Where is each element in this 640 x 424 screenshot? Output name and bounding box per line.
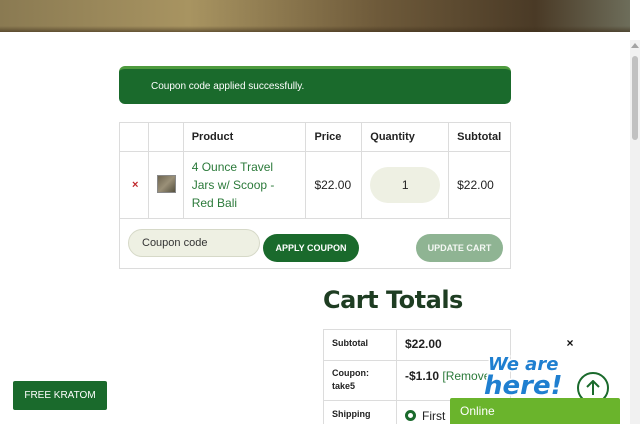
product-price: $22.00 [314,178,352,192]
product-subtotal: $22.00 [457,178,494,192]
quantity-input[interactable]: 1 [370,167,441,203]
table-row: × 4 Ounce Travel Jars w/ Scoop - Red Bal… [119,151,511,219]
page: Coupon code applied successfully. Produc… [0,0,640,424]
hero-banner-image [0,0,630,32]
header-subtotal: Subtotal [448,122,511,152]
arrow-up-icon [586,380,600,395]
free-kratom-button[interactable]: FREE KRATOM [13,381,107,410]
scrollbar-thumb[interactable] [632,56,638,140]
cart-table: Product Price Quantity Subtotal × 4 Ounc… [119,122,511,219]
header-product: Product [182,122,307,152]
update-cart-button[interactable]: UPDATE CART [416,234,503,262]
notice-text: Coupon code applied successfully. [151,81,305,92]
coupon-discount: -$1.10 [405,369,440,383]
product-thumbnail-icon[interactable] [156,174,176,193]
chat-status-bar[interactable]: Online [450,398,620,424]
shipping-option-label: First [422,409,446,423]
remove-item-icon[interactable]: × [128,179,138,191]
coupon-success-notice: Coupon code applied successfully. [119,66,511,104]
coupon-code-input[interactable]: Coupon code [128,229,260,257]
header-thumbnail [147,122,184,152]
we-are-here-badge[interactable]: We are here! [484,348,580,401]
svg-text:here!: here! [484,371,562,400]
cart-totals-title: Cart Totals [323,286,463,314]
cart-table-header: Product Price Quantity Subtotal [119,122,511,152]
scrollbar[interactable] [630,40,640,424]
header-remove [119,122,149,152]
product-link[interactable]: 4 Ounce Travel Jars w/ Scoop - Red Bali [192,158,292,212]
coupon-label: Coupon: take5 [332,368,369,391]
shipping-option[interactable]: First [405,409,445,423]
header-quantity: Quantity [361,122,450,152]
subtotal-label: Subtotal [332,338,368,348]
apply-coupon-button[interactable]: APPLY COUPON [263,234,359,262]
chat-widget[interactable]: × We are here! Online [450,336,622,424]
subtotal-value: $22.00 [405,337,442,351]
cart-actions: Coupon code APPLY COUPON UPDATE CART [119,218,511,269]
header-price: Price [305,122,363,152]
shipping-radio-icon[interactable] [405,410,416,421]
shipping-label: Shipping [332,409,371,419]
scroll-up-icon[interactable] [631,43,639,48]
